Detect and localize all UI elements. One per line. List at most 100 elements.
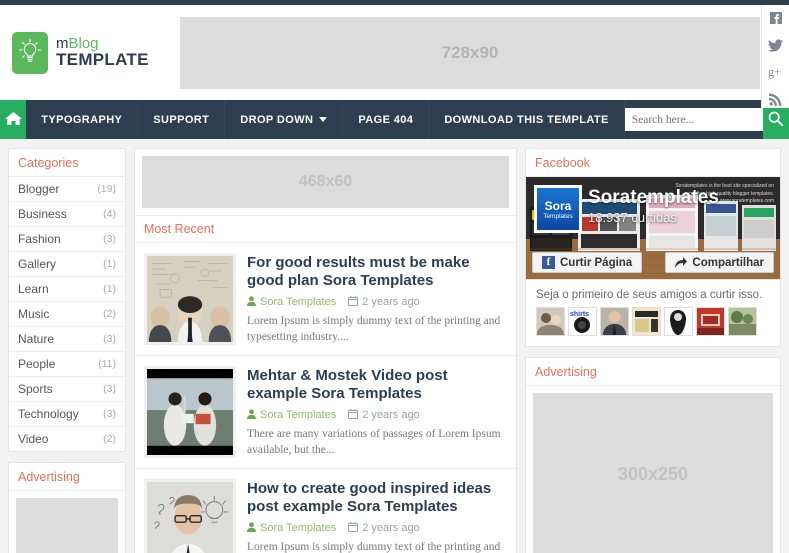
post-list-item[interactable]: Mehtar & Mostek Video post example Sora … bbox=[135, 356, 516, 469]
categories-widget: Categories Blogger (19) Business (4) Fas… bbox=[8, 148, 126, 452]
facebook-page-avatar: Sora Templates bbox=[534, 185, 582, 233]
search-input[interactable] bbox=[624, 108, 763, 131]
main-navigation: TYPOGRAPHY SUPPORT DROP DOWN PAGE 404 DO… bbox=[0, 100, 789, 139]
site-logo[interactable]: mBlog TEMPLATE bbox=[12, 31, 162, 74]
friend-avatar[interactable]: shirts bbox=[568, 307, 597, 336]
post-snippet: There are many variations of passages of… bbox=[247, 427, 501, 456]
post-thumbnail[interactable] bbox=[144, 366, 236, 458]
user-icon bbox=[247, 521, 256, 535]
post-thumbnail[interactable] bbox=[144, 479, 236, 553]
most-recent-heading: Most Recent bbox=[135, 215, 516, 243]
share-arrow-icon bbox=[675, 257, 688, 268]
nav-label: SUPPORT bbox=[153, 113, 210, 126]
post-date[interactable]: 2 years ago bbox=[348, 408, 420, 422]
categories-widget-title: Categories bbox=[9, 149, 125, 177]
post-list-item[interactable]: How to create good inspired ideas post e… bbox=[135, 469, 516, 553]
avatar-line2: Templates bbox=[543, 212, 573, 220]
nav-label: PAGE 404 bbox=[358, 113, 414, 126]
avatar-line1: Sora bbox=[544, 198, 572, 213]
right-sidebar: Facebook Soratemplates is the best site … bbox=[525, 148, 781, 553]
facebook-page-name: Soratemplates bbox=[588, 187, 719, 208]
friend-avatar[interactable] bbox=[728, 307, 757, 336]
post-title[interactable]: Mehtar & Mostek Video post example Sora … bbox=[247, 367, 507, 404]
post-list-item[interactable]: For good results must be make good plan … bbox=[135, 243, 516, 356]
facebook-share-button[interactable]: Compartilhar bbox=[665, 252, 774, 273]
post-snippet: Lorem Ipsum is simply dummy text of the … bbox=[247, 314, 501, 343]
facebook-widget: Facebook Soratemplates is the best site … bbox=[525, 148, 781, 347]
category-label: Blogger bbox=[18, 182, 60, 196]
left-ad-placeholder[interactable] bbox=[16, 498, 118, 553]
category-item-technology[interactable]: Technology (3) bbox=[9, 402, 125, 427]
twitter-icon[interactable] bbox=[767, 36, 785, 54]
left-sidebar: Categories Blogger (19) Business (4) Fas… bbox=[8, 148, 126, 553]
main-column: 468x60 Most Recent For good results must… bbox=[134, 148, 517, 553]
main-panel: 468x60 Most Recent For good results must… bbox=[134, 148, 517, 553]
facebook-icon[interactable] bbox=[767, 9, 785, 27]
category-item-nature[interactable]: Nature (3) bbox=[9, 327, 125, 352]
category-count: (1) bbox=[103, 283, 116, 295]
category-item-business[interactable]: Business (4) bbox=[9, 202, 125, 227]
post-title[interactable]: For good results must be make good plan … bbox=[247, 254, 507, 291]
nav-item-typography[interactable]: TYPOGRAPHY bbox=[26, 100, 139, 139]
category-item-video[interactable]: Video (2) bbox=[9, 427, 125, 451]
post-thumbnail[interactable] bbox=[144, 253, 236, 345]
categories-list: Blogger (19) Business (4) Fashion (3) Ga… bbox=[9, 177, 125, 451]
category-label: Music bbox=[18, 307, 50, 321]
post-meta: Sora Templates 2 years ago bbox=[247, 521, 507, 535]
friend-avatar[interactable] bbox=[536, 307, 565, 336]
category-item-gallery[interactable]: Gallery (1) bbox=[9, 252, 125, 277]
category-item-music[interactable]: Music (2) bbox=[9, 302, 125, 327]
friend-avatar[interactable] bbox=[664, 307, 693, 336]
post-snippet: Lorem Ipsum is simply dummy text of the … bbox=[247, 540, 501, 553]
main-ad-banner[interactable]: 468x60 bbox=[142, 156, 509, 208]
category-item-fashion[interactable]: Fashion (3) bbox=[9, 227, 125, 252]
category-item-learn[interactable]: Learn (1) bbox=[9, 277, 125, 302]
right-advertising-widget: Advertising 300x250 bbox=[525, 357, 781, 553]
category-count: (3) bbox=[103, 233, 116, 245]
category-item-blogger[interactable]: Blogger (19) bbox=[9, 177, 125, 202]
nav-item-page-404[interactable]: PAGE 404 bbox=[343, 100, 430, 139]
site-header: mBlog TEMPLATE 728x90 bbox=[0, 5, 789, 100]
facebook-like-button[interactable]: f Curtir Página bbox=[532, 252, 643, 273]
nav-item-download-this-template[interactable]: DOWNLOAD THIS TEMPLATE bbox=[429, 100, 625, 139]
google-plus-icon[interactable]: g+ bbox=[767, 63, 785, 81]
nav-home-button[interactable] bbox=[0, 100, 27, 139]
left-advertising-title: Advertising bbox=[9, 463, 125, 491]
friend-avatar[interactable] bbox=[600, 307, 629, 336]
facebook-widget-body: Soratemplates is the best site specializ… bbox=[526, 177, 780, 346]
facebook-like-button-label: Curtir Página bbox=[560, 256, 633, 269]
user-icon bbox=[247, 408, 256, 422]
facebook-like-count: 18.937 curtidas bbox=[588, 210, 677, 225]
category-label: Sports bbox=[18, 382, 53, 396]
home-icon bbox=[4, 111, 22, 129]
category-count: (3) bbox=[103, 408, 116, 420]
category-item-sports[interactable]: Sports (3) bbox=[9, 377, 125, 402]
post-body: Mehtar & Mostek Video post example Sora … bbox=[247, 366, 507, 458]
nav-item-drop-down[interactable]: DROP DOWN bbox=[225, 100, 344, 139]
search-box bbox=[624, 100, 763, 139]
content-area: Categories Blogger (19) Business (4) Fas… bbox=[0, 139, 789, 553]
category-item-people[interactable]: People (11) bbox=[9, 352, 125, 377]
right-ad-placeholder[interactable]: 300x250 bbox=[533, 393, 773, 553]
friend-avatar[interactable] bbox=[696, 307, 725, 336]
rss-icon[interactable] bbox=[767, 90, 785, 108]
post-author[interactable]: Sora Templates bbox=[247, 408, 337, 422]
post-title[interactable]: How to create good inspired ideas post e… bbox=[247, 480, 507, 517]
post-author[interactable]: Sora Templates bbox=[247, 521, 336, 535]
nav-item-support[interactable]: SUPPORT bbox=[138, 100, 226, 139]
post-meta: Sora Templates 2 years ago bbox=[247, 408, 507, 422]
post-date[interactable]: 2 years ago bbox=[348, 295, 420, 309]
post-date[interactable]: 2 years ago bbox=[348, 521, 420, 535]
post-author[interactable]: Sora Templates bbox=[247, 295, 337, 309]
post-date-text: 2 years ago bbox=[362, 409, 420, 422]
category-label: Fashion bbox=[18, 232, 61, 246]
left-advertising-widget: Advertising bbox=[8, 462, 126, 553]
svg-text:g+: g+ bbox=[768, 66, 781, 79]
friend-avatar[interactable] bbox=[632, 307, 661, 336]
header-ad-banner[interactable]: 728x90 bbox=[180, 16, 760, 89]
category-count: (4) bbox=[103, 208, 116, 220]
post-date-text: 2 years ago bbox=[362, 522, 420, 535]
post-author-name: Sora Templates bbox=[260, 296, 337, 309]
post-author-name: Sora Templates bbox=[260, 409, 337, 422]
calendar-icon bbox=[348, 295, 359, 309]
